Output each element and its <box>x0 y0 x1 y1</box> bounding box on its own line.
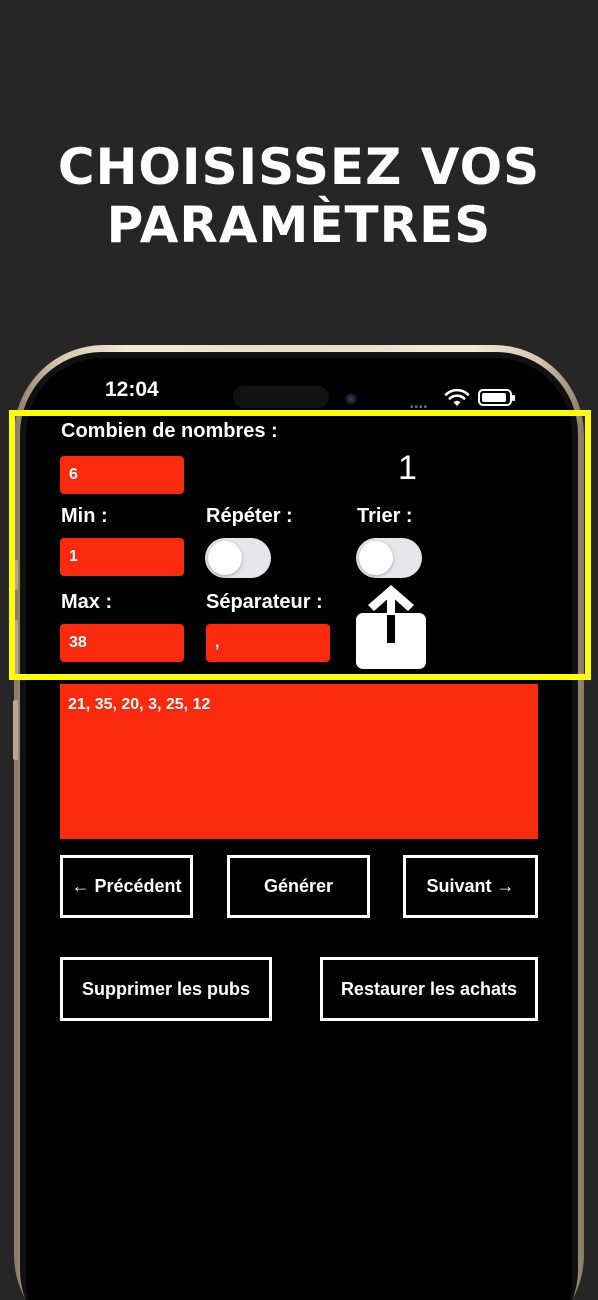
battery-icon <box>478 389 515 406</box>
dynamic-island <box>233 386 329 408</box>
status-time: 12:04 <box>105 378 159 401</box>
headline-line-2: PARAMÈTRES <box>106 196 492 254</box>
remove-ads-button[interactable]: Supprimer les pubs <box>60 957 272 1021</box>
camera-icon <box>345 393 357 405</box>
restore-purchases-button[interactable]: Restaurer les achats <box>320 957 538 1021</box>
phone-volume-down <box>13 700 18 760</box>
next-button[interactable]: Suivant → <box>403 855 538 918</box>
highlight-frame <box>9 410 591 680</box>
headline: CHOISISSEZ VOS PARAMÈTRES <box>0 138 598 254</box>
wifi-icon <box>444 388 470 406</box>
headline-line-1: CHOISISSEZ VOS <box>57 138 541 196</box>
result-output: 21, 35, 20, 3, 25, 12 <box>60 684 538 839</box>
previous-button[interactable]: ← Précédent <box>60 855 193 918</box>
generate-button[interactable]: Générer <box>227 855 370 918</box>
